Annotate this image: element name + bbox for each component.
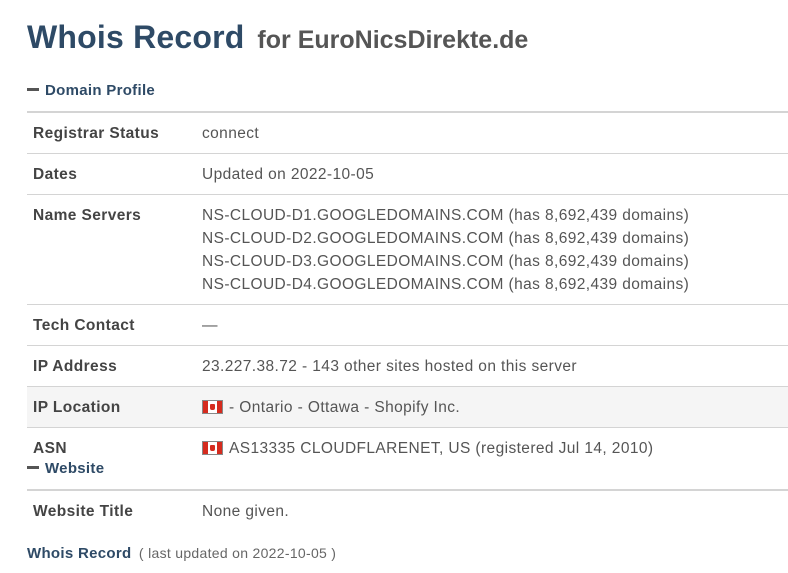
tech-contact-value: — (202, 317, 218, 334)
canada-flag-icon (202, 441, 223, 455)
table-row-registrar-status: Registrar Status connect (27, 112, 788, 154)
registrar-status-value: connect (202, 125, 260, 142)
asn-value: AS13335 CLOUDFLARENET, US (registered Ju… (196, 428, 788, 469)
page-title-main: Whois Record (27, 19, 245, 55)
ip-location-label: IP Location (33, 399, 121, 416)
table-row-ip-location: IP Location - Ontario - Ottawa - Shopify… (27, 386, 788, 428)
collapse-minus-icon (27, 466, 39, 470)
canada-flag-icon (202, 400, 223, 414)
name-server-4: NS-CLOUD-D4.GOOGLEDOMAINS.COM (has 8,692… (202, 276, 690, 293)
page-title-domain: for EuroNicsDirekte.de (257, 26, 529, 54)
dates-label: Dates (33, 166, 78, 183)
table-row-ip-address: IP Address 23.227.38.72 - 143 other site… (27, 345, 788, 387)
ip-location-value: - Ontario - Ottawa - Shopify Inc. (196, 387, 788, 428)
ip-address-value: 23.227.38.72 - 143 other sites hosted on… (202, 358, 577, 375)
table-row-name-servers: Name Servers NS-CLOUD-D1.GOOGLEDOMAINS.C… (27, 194, 788, 305)
website-title-value: None given. (202, 503, 290, 520)
table-row-website-title: Website Title None given. (27, 490, 788, 531)
table-row-asn: ASN AS13335 CLOUDFLARENET, US (registere… (27, 427, 788, 469)
name-server-1: NS-CLOUD-D1.GOOGLEDOMAINS.COM (has 8,692… (202, 207, 690, 224)
website-toggle[interactable]: Website (27, 460, 104, 477)
whois-record-link[interactable]: Whois Record (27, 545, 131, 562)
page-title: Whois Record for EuroNicsDirekte.de (27, 19, 528, 56)
website-heading: Website (45, 460, 105, 477)
name-server-3: NS-CLOUD-D3.GOOGLEDOMAINS.COM (has 8,692… (202, 253, 690, 270)
dates-value: Updated on 2022-10-05 (202, 166, 375, 183)
asn-text: AS13335 CLOUDFLARENET, US (registered Ju… (229, 440, 654, 457)
table-row-tech-contact: Tech Contact — (27, 304, 788, 346)
domain-profile-table: Registrar Status connect Dates Updated o… (27, 111, 788, 468)
tech-contact-label: Tech Contact (33, 317, 135, 334)
name-server-2: NS-CLOUD-D2.GOOGLEDOMAINS.COM (has 8,692… (202, 230, 690, 247)
domain-profile-toggle[interactable]: Domain Profile (27, 82, 155, 99)
ip-address-label: IP Address (33, 358, 118, 375)
table-row-dates: Dates Updated on 2022-10-05 (27, 153, 788, 195)
website-title-label: Website Title (33, 503, 134, 520)
registrar-status-label: Registrar Status (33, 125, 160, 142)
ip-location-text: - Ontario - Ottawa - Shopify Inc. (229, 399, 461, 416)
collapse-minus-icon (27, 88, 39, 92)
domain-profile-heading: Domain Profile (45, 82, 156, 99)
name-servers-label: Name Servers (33, 207, 142, 224)
last-updated-note: ( last updated on 2022-10-05 ) (138, 545, 337, 561)
name-servers-value: NS-CLOUD-D1.GOOGLEDOMAINS.COM (has 8,692… (196, 195, 788, 305)
whois-record-footer: Whois Record ( last updated on 2022-10-0… (27, 545, 336, 562)
website-table: Website Title None given. (27, 489, 788, 531)
